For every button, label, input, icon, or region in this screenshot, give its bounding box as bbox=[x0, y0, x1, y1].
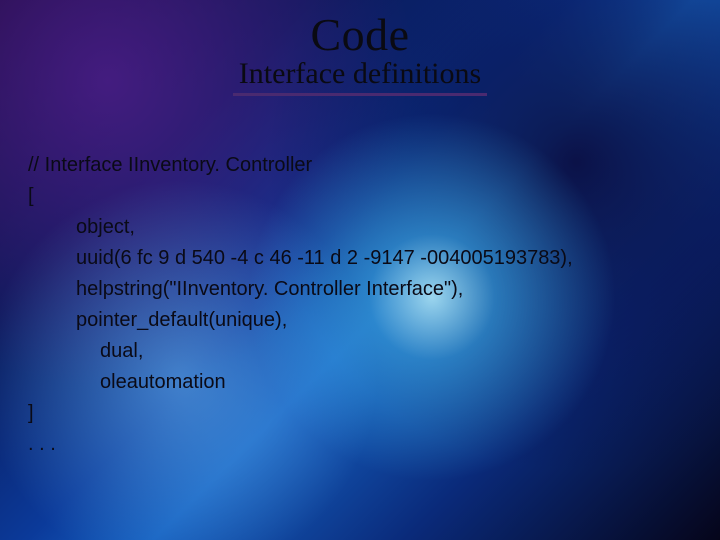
code-block: // Interface IInventory. Controller [ ob… bbox=[28, 150, 700, 460]
code-continuation: . . . bbox=[28, 429, 700, 460]
code-line: uuid(6 fc 9 d 540 -4 c 46 -11 d 2 -9147 … bbox=[76, 243, 700, 274]
code-line: pointer_default(unique), bbox=[76, 305, 700, 336]
slide-subtitle: Interface definitions bbox=[239, 57, 481, 90]
subtitle-underline: Interface definitions bbox=[233, 57, 487, 96]
slide: Code Interface definitions // Interface … bbox=[0, 0, 720, 540]
code-line: object, bbox=[76, 212, 700, 243]
code-open-bracket: [ bbox=[28, 181, 700, 212]
code-comment: // Interface IInventory. Controller bbox=[28, 150, 700, 181]
title-block: Code Interface definitions bbox=[0, 0, 720, 96]
code-line: helpstring("IInventory. Controller Inter… bbox=[76, 274, 700, 305]
slide-title: Code bbox=[0, 8, 720, 61]
code-close-bracket: ] bbox=[28, 398, 700, 429]
code-line: oleautomation bbox=[100, 367, 700, 398]
code-line: dual, bbox=[100, 336, 700, 367]
